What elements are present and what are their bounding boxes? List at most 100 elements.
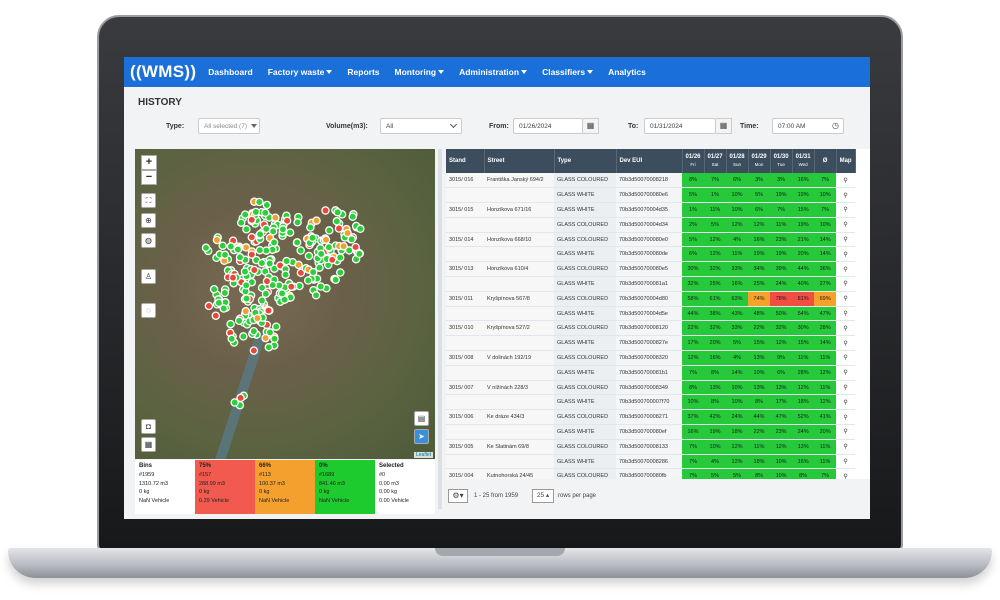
map-pin-icon[interactable]: ⚲ bbox=[836, 306, 856, 322]
bin-marker[interactable] bbox=[293, 218, 302, 227]
comment-icon[interactable]: ◌ bbox=[141, 303, 156, 318]
bin-marker[interactable] bbox=[247, 215, 257, 225]
bin-marker[interactable] bbox=[250, 265, 259, 275]
bin-marker[interactable] bbox=[201, 243, 211, 253]
bin-marker[interactable] bbox=[204, 301, 214, 311]
bin-marker[interactable] bbox=[304, 251, 314, 261]
bin-marker[interactable] bbox=[226, 242, 236, 251]
map-pin-icon[interactable]: ⚲ bbox=[836, 335, 856, 352]
map-pin-icon[interactable]: ⚲ bbox=[836, 246, 856, 263]
bin-marker[interactable] bbox=[249, 326, 259, 336]
bin-marker[interactable] bbox=[296, 246, 305, 255]
bin-marker[interactable] bbox=[241, 306, 251, 316]
bin-marker[interactable] bbox=[257, 258, 267, 268]
bin-marker[interactable] bbox=[316, 249, 326, 259]
bin-marker[interactable] bbox=[311, 291, 321, 300]
app-logo[interactable]: ((WMS)) bbox=[130, 62, 196, 82]
table-row[interactable]: GLASS COLOURED 70b3d50070004d34 2% 5% 12% 12%… bbox=[446, 217, 856, 233]
bin-marker[interactable] bbox=[316, 282, 325, 291]
bin-marker[interactable] bbox=[255, 197, 264, 207]
layers-icon[interactable]: ◍ bbox=[141, 233, 156, 248]
layer-toggle-icon[interactable]: ▤ bbox=[414, 411, 429, 426]
camera-icon[interactable]: ◘ bbox=[141, 419, 156, 434]
bin-marker[interactable] bbox=[294, 260, 303, 270]
bin-marker[interactable] bbox=[241, 281, 251, 290]
time-input[interactable]: 07:00 AM ◷ bbox=[772, 118, 844, 134]
day-column-header[interactable]: 01/29 Mon bbox=[748, 149, 771, 173]
bin-marker[interactable] bbox=[333, 208, 342, 217]
bin-marker[interactable] bbox=[261, 208, 270, 218]
table-row[interactable]: 3015/ 006 Ke dráze 434/3 GLASS COLOURED 70b… bbox=[446, 409, 856, 426]
map-pin-icon[interactable]: ⚲ bbox=[836, 350, 856, 366]
nav-item-classifiers[interactable]: Classifiers bbox=[542, 67, 594, 77]
bin-marker[interactable] bbox=[306, 223, 315, 232]
day-column-header[interactable]: 01/31 Wed bbox=[792, 149, 815, 173]
column-header[interactable]: Dev EUI bbox=[616, 149, 683, 173]
table-row[interactable]: 3015/ 005 Ke Slatinám 69/8 GLASS COLOURED 7… bbox=[446, 439, 856, 455]
bin-marker[interactable] bbox=[264, 343, 274, 352]
locate-icon[interactable]: ➤ bbox=[414, 429, 429, 444]
bin-marker[interactable] bbox=[336, 268, 345, 277]
bin-marker[interactable] bbox=[220, 250, 230, 260]
calendar-icon[interactable]: ▦ bbox=[583, 118, 599, 134]
bin-marker[interactable] bbox=[218, 241, 227, 250]
nav-item-administration[interactable]: Administration bbox=[459, 67, 528, 77]
map-column-header[interactable]: Map bbox=[836, 149, 856, 173]
bin-marker[interactable] bbox=[227, 334, 236, 344]
day-column-header[interactable]: 01/30 Tue bbox=[770, 149, 793, 173]
bin-marker[interactable] bbox=[271, 213, 280, 222]
map-pin-icon[interactable]: ⚲ bbox=[836, 409, 856, 426]
table-row[interactable]: 3015/ 004 Kutnohorská 24/45 GLASS COLOURED… bbox=[446, 468, 856, 479]
bin-marker[interactable] bbox=[212, 235, 222, 245]
bin-marker[interactable] bbox=[321, 206, 330, 215]
bin-marker[interactable] bbox=[236, 218, 246, 227]
from-date-input[interactable]: 01/26/2024 bbox=[513, 118, 583, 134]
bin-marker[interactable] bbox=[251, 207, 261, 217]
nav-item-factory-waste[interactable]: Factory waste bbox=[268, 67, 333, 77]
rows-per-page-select[interactable]: 25 ▴ bbox=[532, 489, 554, 503]
table-row[interactable]: GLASS WHITE 70b3d50070008286 7% 4% 12% 18% 10%… bbox=[446, 454, 856, 470]
bin-marker[interactable] bbox=[287, 282, 296, 291]
column-header[interactable]: Stand bbox=[446, 149, 485, 173]
table-row[interactable]: GLASS WHITE 70b3d50070004d5e 44% 38% 43% 48% 5… bbox=[446, 306, 856, 322]
map-attribution[interactable]: Leaflet bbox=[413, 452, 433, 458]
day-column-header[interactable]: 01/26 Fri bbox=[682, 149, 705, 173]
bin-marker[interactable] bbox=[247, 232, 257, 242]
nav-item-analytics[interactable]: Analytics bbox=[608, 67, 646, 77]
summary-66[interactable]: 66% #113 100.37 m3 0 kg NaN Vehicle bbox=[255, 460, 315, 514]
map-pin-icon[interactable]: ⚲ bbox=[836, 276, 856, 292]
bin-marker[interactable] bbox=[281, 270, 290, 279]
fullscreen-icon[interactable]: ⛶ bbox=[141, 193, 156, 208]
bin-marker[interactable] bbox=[265, 328, 275, 337]
bin-marker[interactable] bbox=[262, 200, 272, 210]
bin-marker[interactable] bbox=[325, 226, 334, 235]
bin-marker[interactable] bbox=[226, 319, 235, 329]
bin-marker[interactable] bbox=[242, 225, 251, 234]
bin-marker[interactable] bbox=[343, 228, 352, 238]
person-icon[interactable]: ♙ bbox=[141, 269, 156, 284]
bin-marker[interactable] bbox=[303, 276, 313, 285]
bin-marker[interactable] bbox=[321, 235, 331, 245]
bin-marker[interactable] bbox=[282, 256, 291, 266]
bin-marker[interactable] bbox=[234, 316, 244, 326]
bin-marker[interactable] bbox=[348, 212, 357, 221]
column-header[interactable]: Street bbox=[484, 149, 555, 173]
bin-marker[interactable] bbox=[262, 276, 272, 286]
bin-marker[interactable] bbox=[335, 253, 345, 262]
bin-marker[interactable] bbox=[233, 245, 243, 254]
map-pin-icon[interactable]: ⚲ bbox=[836, 424, 856, 440]
summary-0[interactable]: 0% #1689 841.46 m3 0 kg NaN Vehicle bbox=[315, 460, 375, 514]
bin-marker[interactable] bbox=[351, 242, 360, 252]
bin-marker[interactable] bbox=[228, 273, 238, 282]
bin-marker[interactable] bbox=[308, 267, 318, 277]
table-row[interactable]: GLASS WHITE 70b3d500700081b1 7% 8% 14% 10% 6% 2… bbox=[446, 365, 856, 381]
map-pin-icon[interactable]: ⚲ bbox=[836, 365, 856, 381]
bin-marker[interactable] bbox=[268, 227, 278, 236]
table-row[interactable]: 3015/ 007 V nížinách 228/3 GLASS COLOURED 7… bbox=[446, 380, 856, 396]
zoom-out-button[interactable]: − bbox=[141, 170, 157, 185]
bin-marker[interactable] bbox=[339, 241, 348, 251]
nav-item-dashboard[interactable]: Dashboard bbox=[208, 67, 252, 77]
bin-marker[interactable] bbox=[355, 249, 364, 259]
bin-marker[interactable] bbox=[312, 216, 321, 225]
bin-marker[interactable] bbox=[271, 322, 281, 331]
